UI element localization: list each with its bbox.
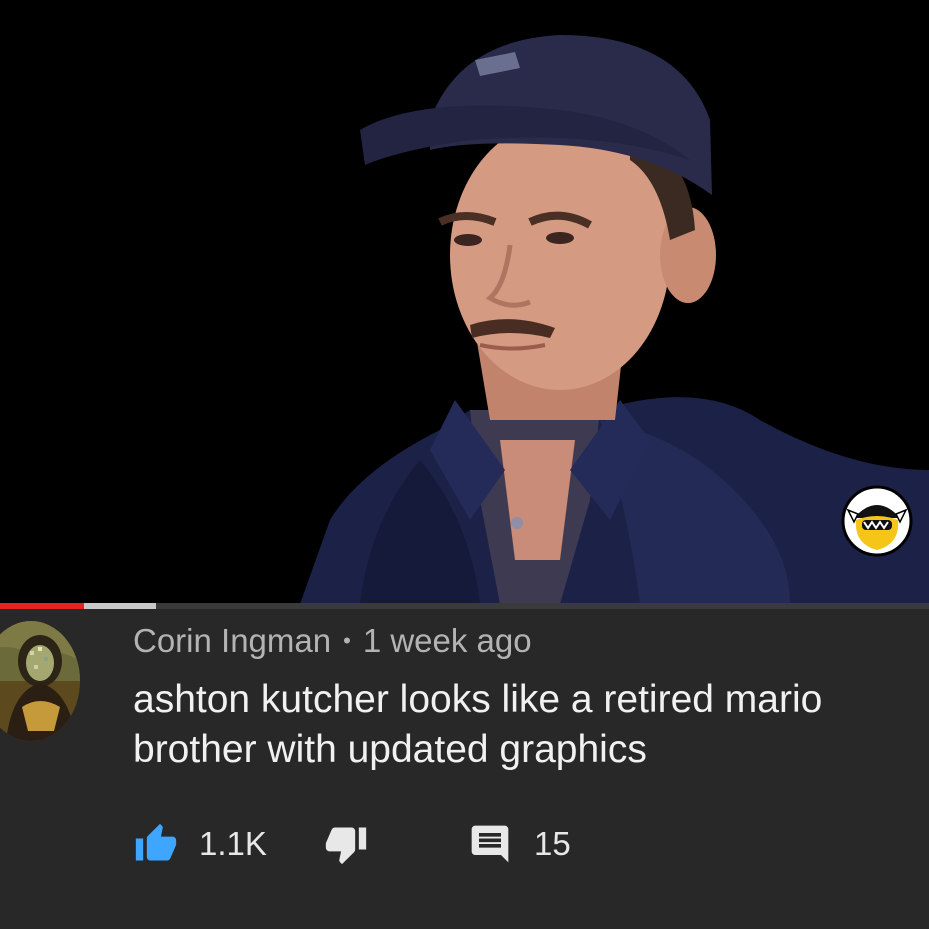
comment-item: Corin Ingman • 1 week ago ashton kutcher l… xyxy=(0,609,929,929)
comment-icon xyxy=(468,822,512,866)
youtube-comment-screenshot: Corin Ingman • 1 week ago ashton kutcher l… xyxy=(0,0,929,929)
comment-meta: Corin Ingman • 1 week ago xyxy=(133,621,532,661)
comment-timestamp[interactable]: 1 week ago xyxy=(363,622,532,659)
like-count: 1.1K xyxy=(199,825,267,862)
comment-actions: 1.1K 15 xyxy=(133,822,733,866)
like-button[interactable]: 1.1K xyxy=(133,822,267,866)
channel-logo-icon[interactable] xyxy=(840,484,914,558)
reply-count: 15 xyxy=(534,825,571,862)
video-frame-man-in-cap xyxy=(0,0,929,604)
dislike-button[interactable] xyxy=(323,822,369,866)
meta-separator: • xyxy=(343,628,351,653)
thumbs-up-icon xyxy=(133,822,179,866)
reply-button[interactable]: 15 xyxy=(468,822,571,866)
mona-lisa-avatar[interactable] xyxy=(0,621,80,741)
comment-author[interactable]: Corin Ingman xyxy=(133,622,331,659)
comment-body: ashton kutcher looks like a retired mari… xyxy=(133,678,823,771)
video-player[interactable] xyxy=(0,0,929,604)
thumbs-down-icon xyxy=(323,822,369,866)
